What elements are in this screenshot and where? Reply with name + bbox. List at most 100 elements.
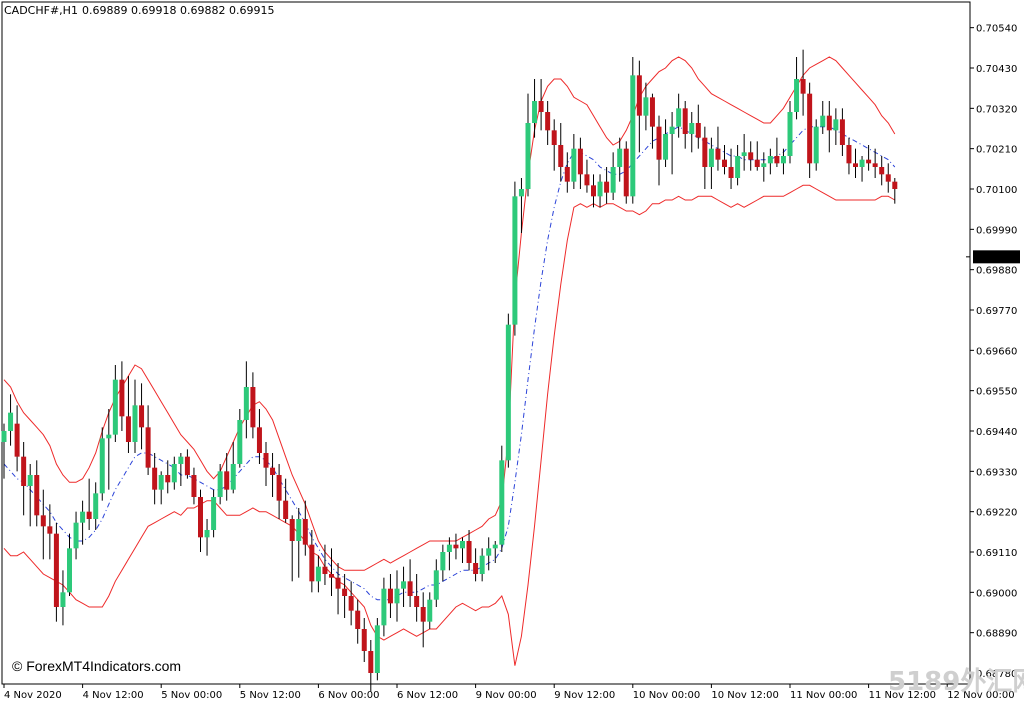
candle-body bbox=[250, 387, 256, 428]
candle bbox=[636, 60, 642, 153]
candle-body bbox=[722, 159, 727, 167]
candle-body bbox=[211, 497, 217, 530]
candle-body bbox=[40, 515, 46, 527]
candle-body bbox=[21, 456, 27, 486]
candle bbox=[780, 148, 786, 175]
x-tick-label: 5 Nov 12:00 bbox=[240, 690, 301, 701]
y-tick-label: 0.69880 bbox=[976, 266, 1017, 277]
y-tick-label: 0.70430 bbox=[976, 64, 1017, 75]
x-tick-label: 4 Nov 2020 bbox=[4, 690, 62, 701]
candle bbox=[355, 599, 361, 644]
candle bbox=[93, 482, 99, 530]
candle-body bbox=[342, 588, 348, 596]
candle-body bbox=[558, 145, 564, 167]
candle-body bbox=[669, 126, 675, 134]
candle-body bbox=[427, 599, 433, 622]
candle-body bbox=[505, 324, 511, 461]
x-tick-label: 5 Nov 00:00 bbox=[161, 690, 222, 701]
candle-body bbox=[67, 548, 72, 593]
candle bbox=[754, 141, 760, 171]
candle bbox=[571, 134, 577, 189]
candle-body bbox=[381, 588, 387, 626]
candle bbox=[813, 119, 819, 171]
candle-body bbox=[361, 629, 367, 651]
candle bbox=[741, 134, 747, 171]
candle-body bbox=[106, 434, 112, 439]
current-price-label: 0.69915 bbox=[976, 252, 1017, 263]
candle bbox=[735, 145, 741, 186]
candle bbox=[722, 145, 727, 175]
y-tick-label: 0.69550 bbox=[976, 387, 1017, 398]
candle-body bbox=[754, 159, 760, 167]
y-tick-label: 0.68890 bbox=[976, 629, 1017, 640]
candle-body bbox=[466, 541, 472, 563]
candle-body bbox=[643, 97, 649, 116]
candle bbox=[217, 464, 223, 505]
candle-body bbox=[47, 526, 53, 534]
candle bbox=[158, 471, 164, 505]
candle bbox=[178, 453, 184, 486]
candle bbox=[820, 101, 826, 134]
candle-body bbox=[649, 97, 655, 127]
candle bbox=[125, 376, 131, 453]
candle bbox=[577, 137, 583, 189]
candle-body bbox=[525, 123, 531, 189]
candle-body bbox=[545, 112, 551, 131]
candle bbox=[761, 152, 767, 182]
candle bbox=[14, 405, 20, 472]
candle bbox=[394, 570, 400, 622]
candle-body bbox=[499, 460, 505, 545]
candle-body bbox=[774, 156, 780, 164]
candle-body bbox=[807, 93, 813, 164]
candle bbox=[512, 181, 518, 336]
candle-body bbox=[879, 167, 885, 175]
candle bbox=[204, 519, 210, 556]
candle bbox=[492, 541, 498, 563]
x-tick-label: 11 Nov 00:00 bbox=[790, 690, 857, 701]
candle bbox=[839, 108, 845, 156]
candle-body bbox=[532, 101, 538, 123]
candle bbox=[283, 478, 289, 523]
candle-body bbox=[741, 152, 747, 156]
candle-body bbox=[73, 522, 79, 549]
candle bbox=[171, 456, 177, 490]
price-axis: 0.70540 0.70430 0.70320 0.70210 0.70100 0.699… bbox=[970, 24, 1017, 680]
candle-body bbox=[99, 438, 105, 494]
candle-body bbox=[355, 610, 361, 629]
x-tick-label: 6 Nov 12:00 bbox=[397, 690, 458, 701]
candle bbox=[479, 548, 485, 582]
candle bbox=[499, 445, 505, 552]
x-tick-label: 9 Nov 00:00 bbox=[476, 690, 537, 701]
candle bbox=[237, 409, 243, 468]
candle bbox=[191, 467, 197, 505]
candle bbox=[427, 592, 433, 629]
x-tick-label: 4 Nov 12:00 bbox=[83, 690, 144, 701]
candle-body bbox=[748, 152, 754, 160]
y-tick-label: 0.69330 bbox=[976, 467, 1017, 478]
candle bbox=[807, 82, 813, 178]
candle-body bbox=[872, 163, 878, 167]
candle-body bbox=[571, 148, 577, 182]
y-tick-label: 0.70210 bbox=[976, 145, 1017, 156]
candle-body bbox=[859, 159, 865, 167]
candle-body bbox=[453, 544, 459, 549]
candle-body bbox=[407, 581, 413, 596]
corner-logo: 5189外汇网 bbox=[888, 667, 1024, 697]
candle bbox=[47, 504, 53, 560]
candle-body bbox=[270, 467, 276, 475]
candle-body bbox=[577, 148, 583, 175]
candle bbox=[826, 101, 832, 153]
candle bbox=[879, 156, 885, 186]
upper-band-line bbox=[3, 56, 896, 571]
candle bbox=[460, 537, 465, 563]
candle bbox=[532, 79, 538, 138]
candle-body bbox=[839, 119, 845, 145]
y-tick-label: 0.69440 bbox=[976, 427, 1017, 438]
candle-body bbox=[584, 174, 590, 186]
candle bbox=[230, 442, 236, 494]
price-chart[interactable]: 0.70540 0.70430 0.70320 0.70210 0.70100 0.699… bbox=[0, 0, 1024, 704]
candle bbox=[60, 570, 66, 626]
candle bbox=[80, 500, 86, 545]
candle bbox=[315, 555, 321, 593]
candle bbox=[99, 427, 105, 501]
